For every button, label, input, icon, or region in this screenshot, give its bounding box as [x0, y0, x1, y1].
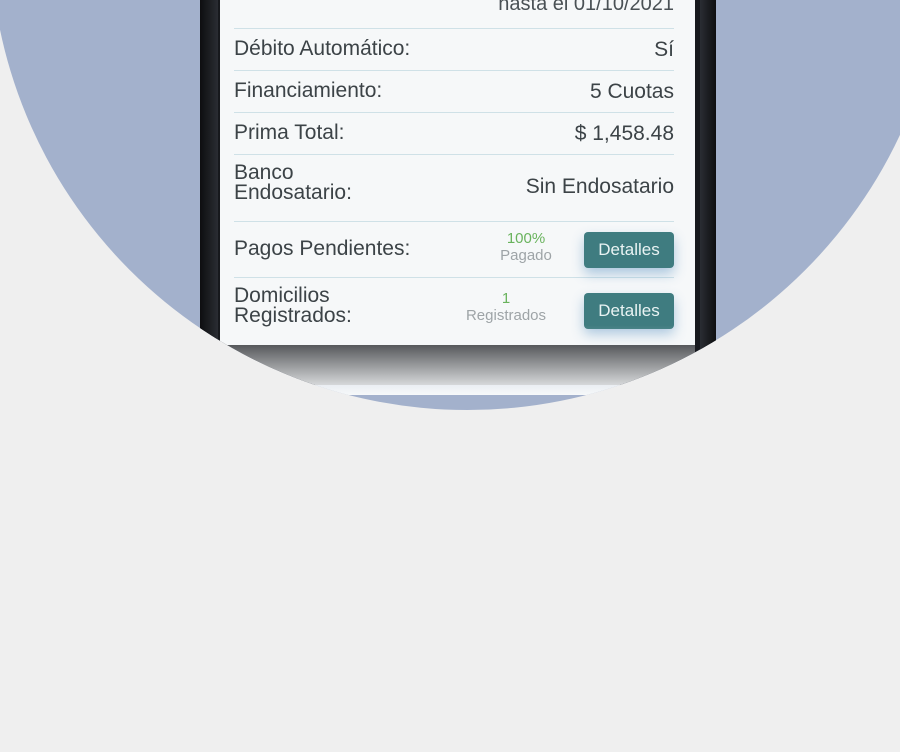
financiamiento-label: Financiamiento: — [234, 79, 383, 102]
prima-total-value: $ 1,458.48 — [574, 122, 674, 145]
vigencia-value: hasta el 01/10/2021 — [498, 0, 674, 15]
pagos-detalles-button[interactable]: Detalles — [584, 232, 674, 268]
debito-automatico-row: Débito Automático: Sí — [234, 29, 674, 71]
financiamiento-value: 5 Cuotas — [589, 80, 674, 103]
vigencia-row: hasta el 01/10/2021 — [234, 0, 674, 29]
debito-automatico-label: Débito Automático: — [234, 37, 411, 60]
pagos-pendientes-row: Pagos Pendientes: 100% Pagado Detalles — [234, 222, 674, 278]
banco-endosatario-value: Sin Endosatario — [525, 175, 674, 198]
policy-details-list: hasta el 01/10/2021 Débito Automático: S… — [234, 0, 674, 342]
domicilios-status: 1 Registrados — [456, 290, 556, 324]
phone-edge-left — [200, 0, 218, 385]
debito-automatico-value: Sí — [654, 38, 674, 61]
domicilios-detalles-button[interactable]: Detalles — [584, 293, 674, 329]
prima-total-row: Prima Total: $ 1,458.48 — [234, 113, 674, 155]
financiamiento-row: Financiamiento: 5 Cuotas — [234, 71, 674, 113]
domicilios-registrados-label: Domicilios Registrados: — [234, 285, 352, 327]
banco-label-line2: Endosatario: — [234, 181, 352, 204]
promo-stage: hasta el 01/10/2021 Débito Automático: S… — [0, 0, 900, 752]
domicilios-status-text: Registrados — [465, 307, 547, 324]
phone-edge-right — [700, 0, 716, 385]
phone-screen: hasta el 01/10/2021 Débito Automático: S… — [220, 0, 695, 345]
banco-endosatario-row: Banco Endosatario: Sin Endosatario — [234, 155, 674, 222]
pagos-status: 100% Pagado — [476, 230, 576, 264]
background-circle: hasta el 01/10/2021 Débito Automático: S… — [0, 0, 900, 410]
screen-fade — [220, 325, 695, 395]
banco-endosatario-label: Banco Endosatario: — [234, 162, 352, 204]
pagos-percent: 100% — [506, 230, 546, 247]
pagos-pendientes-label: Pagos Pendientes: — [234, 237, 411, 260]
pagos-status-text: Pagado — [500, 247, 552, 264]
domicilios-label-line2: Registrados: — [234, 304, 352, 327]
domicilios-count: 1 — [501, 290, 511, 307]
prima-total-label: Prima Total: — [234, 121, 345, 144]
